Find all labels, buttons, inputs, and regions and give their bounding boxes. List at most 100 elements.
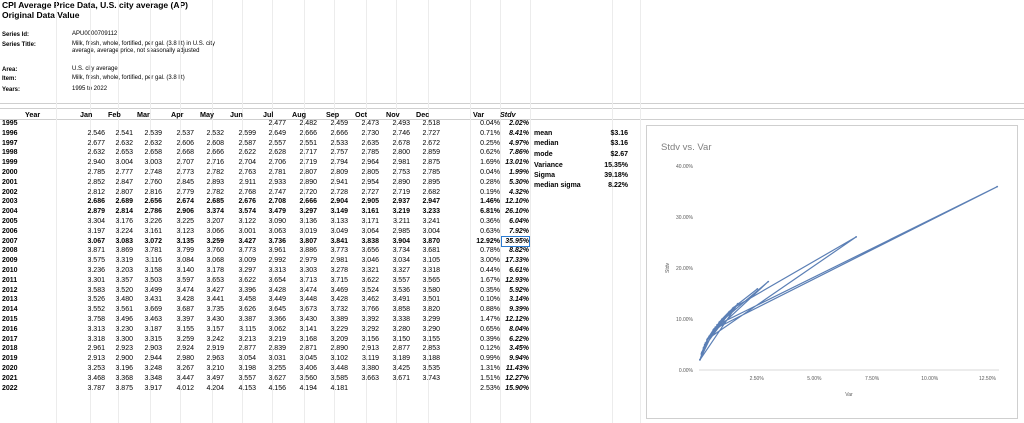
stdv-cell[interactable]: 8.82% <box>502 246 529 255</box>
price-cell[interactable]: 3.115 <box>226 325 256 334</box>
year-cell[interactable]: 2011 <box>2 276 17 285</box>
price-cell[interactable]: 3.136 <box>287 217 317 226</box>
price-cell[interactable]: 3.734 <box>380 246 410 255</box>
price-cell[interactable]: 3.787 <box>75 384 105 393</box>
table-row[interactable]: 2006 3.197 3.224 3.161 3.123 3.066 3.001 3.063 3… <box>0 227 640 236</box>
price-cell[interactable]: 2.905 <box>349 197 379 206</box>
price-cell[interactable]: 3.656 <box>349 246 379 255</box>
table-row[interactable]: 2008 3.871 3.869 3.781 3.799 3.760 3.773 3.961 3… <box>0 246 640 255</box>
price-cell[interactable]: 3.380 <box>349 364 379 373</box>
table-row[interactable]: 2005 3.304 3.176 3.226 3.225 3.207 3.122 3.090 3… <box>0 217 640 226</box>
price-cell[interactable]: 2.805 <box>349 168 379 177</box>
price-cell[interactable]: 3.575 <box>75 256 105 265</box>
price-cell[interactable]: 3.209 <box>318 335 348 344</box>
price-cell[interactable]: 3.397 <box>164 315 194 324</box>
var-cell[interactable]: 0.04% <box>474 168 500 177</box>
var-cell[interactable]: 0.25% <box>474 139 500 148</box>
price-cell[interactable]: 3.031 <box>256 354 286 363</box>
price-cell[interactable]: 3.150 <box>380 335 410 344</box>
price-cell[interactable]: 3.425 <box>380 364 410 373</box>
price-cell[interactable]: 2.777 <box>103 168 133 177</box>
price-cell[interactable]: 2.781 <box>256 168 286 177</box>
price-cell[interactable]: 2.717 <box>287 148 317 157</box>
price-cell[interactable]: 2.859 <box>410 148 440 157</box>
var-cell[interactable]: 6.81% <box>474 207 500 216</box>
year-cell[interactable]: 2012 <box>2 286 18 295</box>
var-cell[interactable]: 3.00% <box>474 256 500 265</box>
price-cell[interactable]: 2.668 <box>164 148 194 157</box>
price-cell[interactable]: 3.389 <box>318 315 348 324</box>
price-cell[interactable]: 3.807 <box>287 237 317 246</box>
price-cell[interactable]: 3.735 <box>194 305 224 314</box>
price-cell[interactable]: 3.871 <box>75 246 105 255</box>
price-cell[interactable]: 3.116 <box>132 256 162 265</box>
price-cell[interactable]: 3.315 <box>132 335 162 344</box>
price-cell[interactable]: 3.155 <box>164 325 194 334</box>
price-cell[interactable]: 2.459 <box>318 119 348 128</box>
year-cell[interactable]: 1999 <box>2 158 18 167</box>
price-cell[interactable]: 2.807 <box>287 168 317 177</box>
year-cell[interactable]: 2010 <box>2 266 18 275</box>
year-cell[interactable]: 1998 <box>2 148 18 157</box>
stdv-cell[interactable]: 17.33% <box>502 256 529 265</box>
price-cell[interactable]: 3.428 <box>318 295 348 304</box>
table-row[interactable]: 2020 3.253 3.196 3.248 3.267 3.210 3.198 3.255 3… <box>0 364 640 373</box>
year-cell[interactable]: 2006 <box>2 227 18 236</box>
price-cell[interactable]: 2.875 <box>410 158 440 167</box>
price-cell[interactable]: 3.067 <box>75 237 105 246</box>
price-cell[interactable]: 3.449 <box>256 295 286 304</box>
stdv-cell[interactable]: 13.01% <box>502 158 529 167</box>
price-cell[interactable]: 3.187 <box>132 325 162 334</box>
price-cell[interactable]: 3.583 <box>75 286 105 295</box>
price-cell[interactable]: 3.084 <box>164 256 194 265</box>
stdv-cell[interactable]: 15.90% <box>502 384 529 393</box>
var-cell[interactable]: 0.04% <box>474 119 500 128</box>
table-row[interactable]: 2011 3.301 3.357 3.503 3.597 3.653 3.622 3.654 3… <box>0 276 640 285</box>
price-cell[interactable]: 3.140 <box>164 266 194 275</box>
price-cell[interactable]: 2.730 <box>349 129 379 138</box>
price-cell[interactable]: 2.992 <box>256 256 286 265</box>
stdv-cell[interactable]: 11.43% <box>502 364 529 373</box>
price-cell[interactable]: 3.197 <box>75 227 105 236</box>
price-cell[interactable]: 3.019 <box>287 227 317 236</box>
price-cell[interactable]: 3.374 <box>194 207 224 216</box>
price-cell[interactable]: 2.763 <box>226 168 256 177</box>
var-cell[interactable]: 0.39% <box>474 335 500 344</box>
table-row[interactable]: 2012 3.583 3.520 3.499 3.474 3.427 3.396 3.428 3… <box>0 286 640 295</box>
price-cell[interactable]: 2.666 <box>194 148 224 157</box>
price-cell[interactable]: 2.839 <box>256 344 286 353</box>
var-cell[interactable]: 0.19% <box>474 188 500 197</box>
var-cell[interactable]: 2.53% <box>474 384 500 393</box>
table-row[interactable]: 2021 3.468 3.368 3.348 3.447 3.497 3.557 3.627 3… <box>0 374 640 383</box>
year-cell[interactable]: 2004 <box>2 207 18 216</box>
table-row[interactable]: 2003 2.686 2.689 2.656 2.674 2.685 2.676 2.708 2… <box>0 197 640 206</box>
var-cell[interactable]: 0.65% <box>474 325 500 334</box>
var-cell[interactable]: 12.92% <box>474 237 500 246</box>
table-row[interactable]: 2016 3.313 3.230 3.187 3.155 3.157 3.115 3.062 3… <box>0 325 640 334</box>
price-cell[interactable]: 2.911 <box>226 178 256 187</box>
stdv-cell[interactable]: 1.99% <box>502 168 529 177</box>
price-cell[interactable]: 3.102 <box>318 354 348 363</box>
price-cell[interactable]: 3.213 <box>226 335 256 344</box>
stdv-cell[interactable]: 8.04% <box>502 325 529 334</box>
price-cell[interactable]: 3.155 <box>410 335 440 344</box>
var-cell[interactable]: 1.69% <box>474 158 500 167</box>
price-cell[interactable]: 2.852 <box>75 178 105 187</box>
price-cell[interactable]: 2.947 <box>410 197 440 206</box>
price-cell[interactable]: 2.685 <box>194 197 224 206</box>
price-cell[interactable]: 2.708 <box>256 197 286 206</box>
price-cell[interactable]: 3.292 <box>349 325 379 334</box>
stat-value-mode[interactable]: $2.67 <box>590 150 628 159</box>
var-cell[interactable]: 0.35% <box>474 286 500 295</box>
price-cell[interactable]: 3.083 <box>103 237 133 246</box>
year-cell[interactable]: 2017 <box>2 335 18 344</box>
price-cell[interactable]: 3.157 <box>194 325 224 334</box>
price-cell[interactable]: 2.728 <box>318 188 348 197</box>
price-cell[interactable]: 3.176 <box>103 217 133 226</box>
year-cell[interactable]: 1995 <box>2 119 18 128</box>
price-cell[interactable]: 3.149 <box>318 207 348 216</box>
year-cell[interactable]: 2015 <box>2 315 18 324</box>
stdv-cell[interactable]: 7.92% <box>502 227 529 236</box>
price-cell[interactable]: 3.468 <box>75 374 105 383</box>
price-cell[interactable]: 2.981 <box>318 256 348 265</box>
